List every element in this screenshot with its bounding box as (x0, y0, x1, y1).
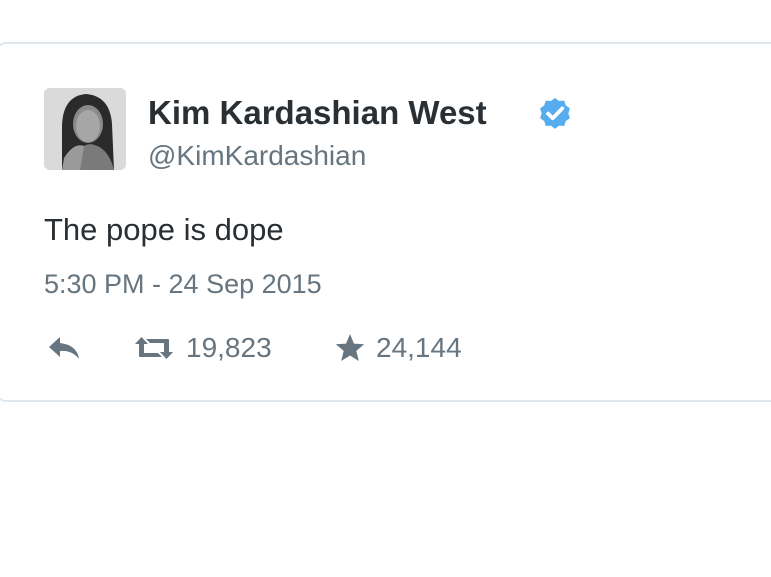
tweet-text: The pope is dope (44, 212, 284, 247)
reply-icon (49, 337, 79, 359)
favorite-count: 24,144 (376, 332, 462, 363)
user-handle[interactable]: @KimKardashian (148, 139, 366, 173)
verified-badge-icon (536, 94, 574, 132)
avatar[interactable] (44, 88, 126, 170)
tweet-timestamp[interactable]: 5:30 PM - 24 Sep 2015 (44, 267, 322, 301)
favorite-button[interactable]: 24,144 (334, 330, 462, 366)
reply-button[interactable] (46, 330, 82, 366)
display-name[interactable]: Kim Kardashian West (148, 93, 487, 133)
star-icon (335, 334, 365, 361)
retweet-icon (135, 337, 173, 359)
retweet-button[interactable]: 19,823 (132, 330, 272, 366)
retweet-count: 19,823 (186, 332, 272, 363)
